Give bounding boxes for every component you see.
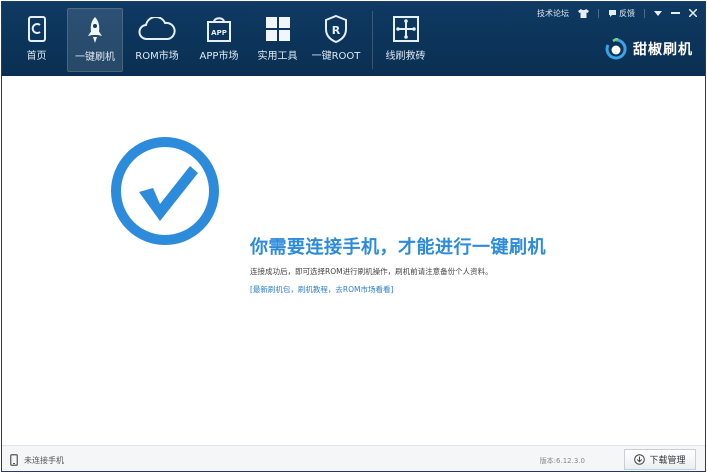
skin-button[interactable] [578, 8, 589, 18]
nav-item-root[interactable]: R 一键ROOT [308, 8, 364, 72]
system-separator [644, 8, 645, 18]
main-nav: 首页 一键刷机 ROM市场 APP APP市场 实用工具 R 一键ROOT 线刷… [12, 8, 436, 72]
close-icon [689, 9, 697, 17]
nav-item-rom-market[interactable]: ROM市场 [129, 8, 185, 72]
nav-separator [372, 11, 373, 69]
app-bag-icon: APP [207, 17, 231, 42]
nav-item-label: 首页 [26, 51, 47, 62]
system-separator [598, 8, 599, 18]
nav-item-label: 一键刷机 [75, 52, 115, 63]
connection-status: 未连接手机 [24, 456, 64, 465]
top-bar: 首页 一键刷机 ROM市场 APP APP市场 实用工具 R 一键ROOT 线刷… [2, 2, 705, 76]
svg-text:APP: APP [211, 29, 227, 37]
app-window: 首页 一键刷机 ROM市场 APP APP市场 实用工具 R 一键ROOT 线刷… [1, 1, 706, 472]
feedback-bubble-icon [609, 9, 616, 17]
dropdown-arrow-icon [654, 10, 662, 16]
connect-headline: 你需要连接手机，才能进行一键刷机 [250, 237, 546, 258]
download-manager-label: 下载管理 [649, 456, 686, 466]
nav-item-tools[interactable]: 实用工具 [253, 8, 302, 72]
nav-item-label: APP市场 [199, 51, 239, 62]
phone-status-icon [10, 454, 18, 466]
nav-item-one-click-flash[interactable]: 一键刷机 [67, 8, 123, 72]
download-icon [634, 454, 646, 465]
nav-item-usb-rescue[interactable]: 线刷救砖 [381, 8, 430, 72]
brand-logo-icon [605, 38, 627, 60]
root-shield-icon: R [325, 14, 347, 44]
main-content [2, 76, 705, 445]
nav-item-label: 实用工具 [257, 51, 298, 62]
connect-description: 连接成功后，即可选择ROM进行刷机操作，刷机前请注意备份个人资料。 [250, 267, 493, 276]
tshirt-icon [578, 8, 589, 18]
nav-item-label: ROM市场 [135, 51, 179, 62]
usb-rescue-icon [392, 16, 419, 42]
checkmark-circle-icon [111, 137, 219, 245]
minimize-icon [671, 12, 680, 14]
menu-button[interactable] [654, 10, 662, 16]
nav-item-app-market[interactable]: APP APP市场 [191, 8, 247, 72]
feedback-link[interactable]: 反馈 [608, 8, 635, 19]
nav-item-label: 一键ROOT [311, 51, 361, 62]
system-links: 技术论坛 反馈 [528, 6, 697, 20]
nav-item-home[interactable]: 首页 [12, 8, 61, 72]
minimize-button[interactable] [671, 12, 680, 14]
download-manager-button[interactable]: 下载管理 [624, 449, 696, 470]
rocket-icon [88, 17, 102, 43]
brand-name: 甜椒刷机 [633, 42, 693, 58]
close-button[interactable] [689, 9, 697, 17]
feedback-label: 反馈 [619, 8, 635, 18]
phone-icon [27, 16, 46, 42]
svg-text:R: R [332, 24, 341, 37]
version-label: 版本:6.12.3.0 [539, 457, 585, 465]
grid-tools-icon [265, 17, 290, 41]
cloud-icon [138, 17, 176, 40]
brand: 甜椒刷机 [604, 38, 693, 60]
rom-market-link[interactable]: [最新刷机包，刷机教程，去ROM市场看看] [250, 284, 393, 295]
status-bar: 未连接手机 版本:6.12.3.0 下载管理 [2, 445, 705, 471]
forum-link[interactable]: 技术论坛 [537, 8, 569, 19]
nav-item-label: 线刷救砖 [385, 51, 426, 62]
